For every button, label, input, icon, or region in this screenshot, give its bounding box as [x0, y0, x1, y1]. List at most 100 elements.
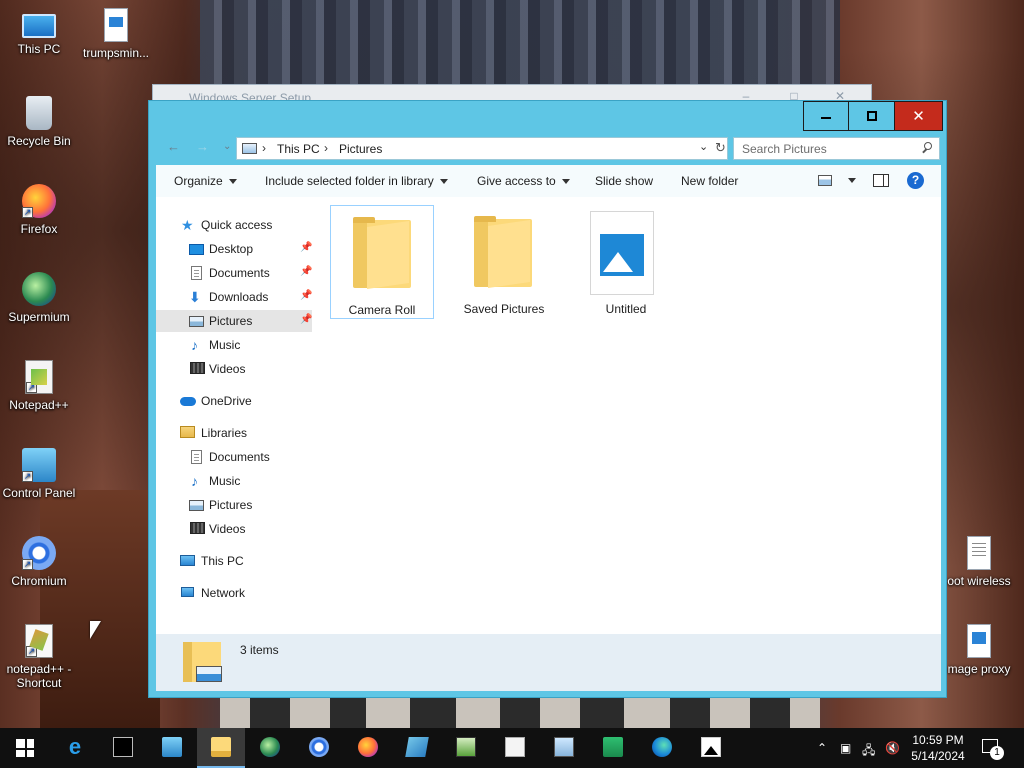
- taskbar-firefox[interactable]: [344, 728, 392, 768]
- recent-locations-button[interactable]: ⌄: [223, 141, 231, 152]
- nav-desktop[interactable]: Desktop 📌: [156, 238, 329, 260]
- help-icon[interactable]: ?: [907, 172, 924, 189]
- nav-library-videos[interactable]: Videos: [156, 518, 329, 540]
- breadcrumb-separator-icon: ›: [324, 141, 328, 155]
- desktop-wallpaper-table: [40, 490, 160, 730]
- network-status-icon[interactable]: 🖧: [862, 741, 875, 762]
- document-icon: [191, 450, 202, 464]
- close-button[interactable]: ✕: [895, 101, 943, 131]
- desktop-icon-supermium[interactable]: Supermium: [1, 272, 77, 324]
- nav-onedrive[interactable]: OneDrive: [156, 390, 329, 412]
- organize-menu[interactable]: Organize: [174, 174, 237, 188]
- file-item-label: Untitled: [605, 302, 647, 316]
- minimize-button[interactable]: [803, 101, 849, 131]
- folder-icon: [474, 216, 532, 287]
- back-button[interactable]: ←: [167, 139, 180, 154]
- search-box[interactable]: [733, 137, 940, 160]
- nav-documents[interactable]: Documents 📌: [156, 262, 329, 284]
- desktop-icon-this-pc[interactable]: This PC: [1, 8, 77, 56]
- nav-videos[interactable]: Videos: [156, 358, 329, 380]
- refresh-icon[interactable]: ↻: [715, 140, 726, 156]
- search-input[interactable]: [734, 138, 914, 159]
- search-icon[interactable]: [921, 142, 932, 153]
- volume-muted-icon[interactable]: 🔇: [885, 741, 900, 755]
- file-item-label: Saved Pictures: [463, 302, 545, 316]
- taskbar: e ⌃ ▣ 🖧 🔇 10:59 PM 5/14/2024 1: [0, 728, 1024, 768]
- give-access-menu[interactable]: Give access to: [477, 174, 570, 188]
- title-bar[interactable]: ✕: [149, 101, 946, 131]
- nav-downloads[interactable]: ⬇ Downloads 📌: [156, 286, 329, 308]
- taskbar-control-panel[interactable]: [148, 728, 196, 768]
- desktop-icon-control-panel[interactable]: ↗ Control Panel: [1, 448, 77, 500]
- taskbar-internet-explorer[interactable]: e: [51, 728, 99, 768]
- preview-pane-icon[interactable]: [873, 174, 889, 187]
- taskbar-snip[interactable]: [589, 728, 637, 768]
- pictures-location-icon: [242, 143, 257, 154]
- nav-library-music[interactable]: ♪ Music: [156, 470, 329, 492]
- firefox-icon: [358, 737, 378, 757]
- nav-pictures[interactable]: Pictures 📌: [156, 310, 312, 332]
- pictures-icon: [189, 500, 204, 511]
- nav-quick-access[interactable]: ★ Quick access: [156, 214, 329, 236]
- download-arrow-icon: ⬇: [189, 289, 201, 305]
- desktop-icon-notepad-shortcut[interactable]: ↗ notepad++ - Shortcut: [1, 624, 77, 690]
- image-file-icon: [104, 8, 128, 42]
- start-button[interactable]: [0, 728, 48, 768]
- desktop-icon-notepad-plus-plus[interactable]: ↗ Notepad++: [1, 360, 77, 412]
- slide-show-button[interactable]: Slide show: [595, 174, 653, 188]
- meet-now-icon[interactable]: ▣: [840, 741, 851, 755]
- navigation-pane[interactable]: ★ Quick access Desktop 📌 Documents 📌 ⬇ D…: [156, 197, 329, 634]
- taskbar-chromium[interactable]: [295, 728, 343, 768]
- desktop-icon-firefox[interactable]: ↗ Firefox: [1, 184, 77, 236]
- file-list[interactable]: Camera Roll Saved Pictures Untitled: [329, 197, 941, 634]
- taskbar-supermium[interactable]: [246, 728, 294, 768]
- new-folder-button[interactable]: New folder: [681, 174, 738, 188]
- computer-icon: [180, 555, 195, 566]
- nav-this-pc[interactable]: This PC: [156, 550, 329, 572]
- desktop-icon-recycle-bin[interactable]: Recycle Bin: [1, 96, 77, 148]
- taskbar-file-explorer[interactable]: [197, 728, 245, 768]
- notes-icon: [405, 737, 429, 757]
- file-explorer-window[interactable]: ✕ ← → ⌄ › This PC › Pictures ⌄ ↻ Organiz…: [148, 100, 947, 698]
- taskbar-task-manager[interactable]: [442, 728, 490, 768]
- taskbar-notes[interactable]: [393, 728, 441, 768]
- desktop-icon-image-file[interactable]: trumpsmin...: [78, 8, 154, 60]
- chevron-down-icon: [228, 179, 237, 185]
- nav-music-label: Music: [209, 338, 241, 352]
- show-hidden-icons-chevron-icon[interactable]: ⌃: [817, 741, 827, 755]
- desktop-icon-image-proxy[interactable]: mage proxy: [940, 624, 1018, 676]
- maximize-button[interactable]: [849, 101, 895, 131]
- taskbar-remote-desktop[interactable]: [540, 728, 588, 768]
- taskbar-notepad-plus-plus[interactable]: [491, 728, 539, 768]
- include-in-library-menu[interactable]: Include selected folder in library: [265, 174, 448, 188]
- taskbar-clock[interactable]: 10:59 PM 5/14/2024: [906, 732, 970, 764]
- address-dropdown-icon[interactable]: ⌄: [699, 140, 708, 153]
- breadcrumb-pictures[interactable]: Pictures: [339, 142, 382, 156]
- nav-network[interactable]: Network: [156, 582, 329, 604]
- pin-icon: 📌: [300, 242, 313, 253]
- file-item[interactable]: Camera Roll: [330, 205, 434, 319]
- nav-library-documents[interactable]: Documents: [156, 446, 329, 468]
- music-note-icon: ♪: [191, 473, 198, 489]
- taskbar-edge[interactable]: [638, 728, 686, 768]
- file-item[interactable]: Saved Pictures: [452, 205, 556, 319]
- nav-music[interactable]: ♪ Music: [156, 334, 329, 356]
- nav-this-pc-label: This PC: [201, 554, 244, 568]
- desktop-icon-text-file[interactable]: oot wireless: [940, 536, 1018, 588]
- change-view-icon[interactable]: [818, 175, 832, 186]
- address-bar[interactable]: › This PC › Pictures ⌄ ↻: [236, 137, 728, 160]
- desktop-wallpaper-banner: [220, 698, 820, 728]
- desktop-icon: [189, 244, 204, 255]
- nav-library-pictures[interactable]: Pictures: [156, 494, 329, 516]
- shortcut-arrow-icon: ↗: [26, 382, 37, 393]
- taskbar-command-prompt[interactable]: [99, 728, 147, 768]
- breadcrumb-this-pc[interactable]: This PC: [277, 142, 320, 156]
- file-item[interactable]: Untitled: [574, 205, 678, 319]
- desktop-icon-chromium[interactable]: ↗ Chromium: [1, 536, 77, 588]
- taskbar-photos[interactable]: [687, 728, 735, 768]
- image-file-icon: [590, 211, 654, 295]
- forward-button[interactable]: →: [196, 139, 209, 154]
- nav-libraries[interactable]: Libraries: [156, 422, 329, 444]
- document-icon: [191, 266, 202, 280]
- view-options-chevron-icon[interactable]: [848, 178, 856, 183]
